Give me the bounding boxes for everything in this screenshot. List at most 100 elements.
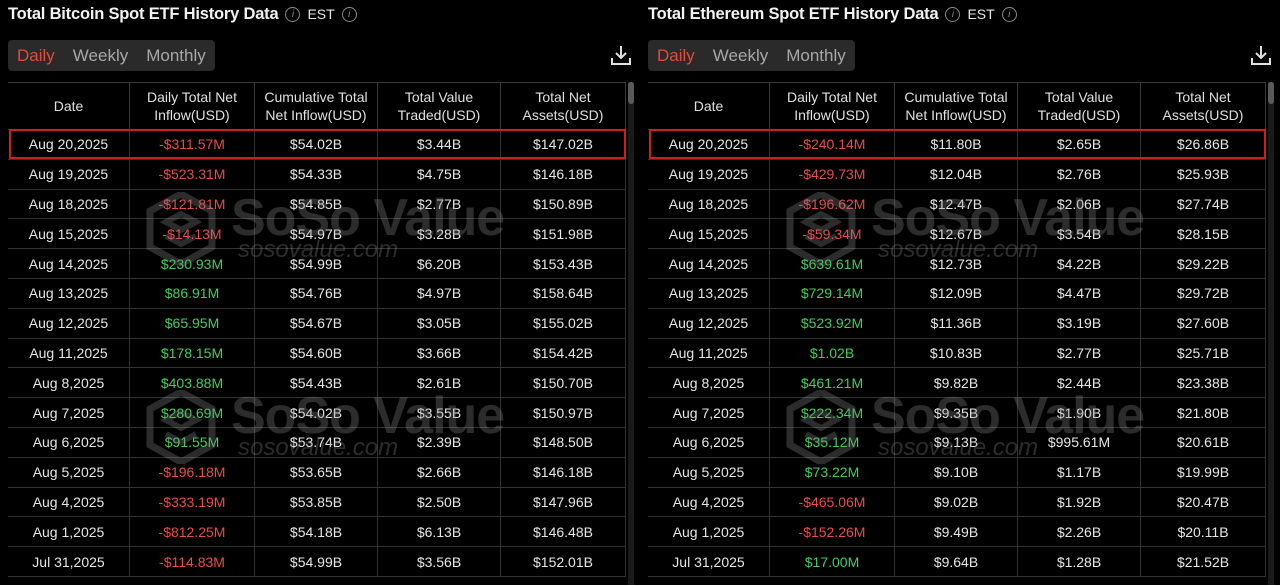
- info-icon[interactable]: i: [285, 6, 301, 22]
- tab-monthly[interactable]: Monthly: [786, 46, 846, 66]
- tab-daily[interactable]: Daily: [657, 46, 695, 66]
- table-row[interactable]: Aug 8,2025 $403.88M $54.43B $2.61B $150.70B: [8, 368, 626, 399]
- cell-net-assets: $146.48B: [501, 517, 626, 547]
- cell-value-traded: $2.06B: [1018, 189, 1141, 219]
- cell-date: Jul 31,2025: [648, 547, 770, 576]
- tab-monthly[interactable]: Monthly: [146, 46, 206, 66]
- table-row[interactable]: Aug 20,2025 -$311.57M $54.02B $3.44B $147.02…: [8, 130, 626, 160]
- cell-cumulative-inflow: $53.65B: [255, 457, 378, 487]
- tab-weekly[interactable]: Weekly: [73, 46, 128, 66]
- cell-daily-inflow: -$121.81M: [130, 189, 255, 219]
- cell-daily-inflow: -$114.83M: [130, 547, 255, 576]
- table-row[interactable]: Aug 15,2025 -$59.34M $12.67B $3.54B $28.15B: [648, 219, 1266, 250]
- cell-daily-inflow: -$196.62M: [770, 189, 895, 219]
- table-row[interactable]: Aug 8,2025 $461.21M $9.82B $2.44B $23.38B: [648, 368, 1266, 399]
- table-row[interactable]: Aug 6,2025 $91.55M $53.74B $2.39B $148.50B: [8, 427, 626, 458]
- header-value-traded[interactable]: Total Value Traded(USD): [378, 83, 501, 129]
- header-daily-inflow[interactable]: Daily Total Net Inflow(USD): [130, 83, 255, 129]
- cell-date: Aug 19,2025: [8, 159, 130, 189]
- cell-cumulative-inflow: $12.47B: [895, 189, 1018, 219]
- header-net-assets[interactable]: Total Net Assets(USD): [1141, 83, 1266, 129]
- cell-net-assets: $152.01B: [501, 547, 626, 576]
- timezone-info-icon[interactable]: i: [341, 6, 357, 22]
- timezone-info-icon[interactable]: i: [1001, 6, 1017, 22]
- cell-value-traded: $6.20B: [378, 249, 501, 278]
- download-icon[interactable]: [1250, 44, 1272, 66]
- cell-date: Aug 4,2025: [648, 487, 770, 517]
- table-row[interactable]: Aug 11,2025 $178.15M $54.60B $3.66B $154.42B: [8, 338, 626, 369]
- timezone-label: EST: [307, 6, 335, 22]
- table-row[interactable]: Aug 11,2025 $1.02B $10.83B $2.77B $25.71B: [648, 338, 1266, 369]
- cell-net-assets: $23.38B: [1141, 368, 1266, 398]
- table-row[interactable]: Aug 20,2025 -$240.14M $11.80B $2.65B $26.86B: [648, 130, 1266, 160]
- cell-daily-inflow: $17.00M: [770, 547, 895, 576]
- table-row[interactable]: Aug 1,2025 -$812.25M $54.18B $6.13B $146.48B: [8, 517, 626, 548]
- cell-value-traded: $3.28B: [378, 219, 501, 249]
- cell-net-assets: $150.97B: [501, 398, 626, 427]
- header-date[interactable]: Date: [8, 83, 130, 129]
- header-date[interactable]: Date: [648, 83, 770, 129]
- table-header: Date Daily Total Net Inflow(USD) Cumulat…: [8, 83, 626, 130]
- table-row[interactable]: Aug 5,2025 -$196.18M $53.65B $2.66B $146.18B: [8, 457, 626, 488]
- cell-cumulative-inflow: $9.49B: [895, 517, 1018, 547]
- cell-cumulative-inflow: $9.64B: [895, 547, 1018, 576]
- table-row[interactable]: Jul 31,2025 $17.00M $9.64B $1.28B $21.52B: [648, 547, 1266, 577]
- cell-cumulative-inflow: $54.02B: [255, 130, 378, 159]
- table-row[interactable]: Aug 1,2025 -$152.26M $9.49B $2.26B $20.11B: [648, 517, 1266, 548]
- table-row[interactable]: Aug 12,2025 $523.92M $11.36B $3.19B $27.60B: [648, 308, 1266, 339]
- table-row[interactable]: Aug 7,2025 $222.34M $9.35B $1.90B $21.80B: [648, 398, 1266, 428]
- table-row[interactable]: Aug 19,2025 -$429.73M $12.04B $2.76B $25.93B: [648, 159, 1266, 190]
- table-row[interactable]: Aug 14,2025 $639.61M $12.73B $4.22B $29.22B: [648, 249, 1266, 279]
- history-table: Date Daily Total Net Inflow(USD) Cumulat…: [8, 82, 626, 577]
- table-row[interactable]: Aug 4,2025 -$465.06M $9.02B $1.92B $20.47B: [648, 487, 1266, 518]
- scroll-thumb[interactable]: [628, 82, 634, 104]
- cell-daily-inflow: $73.22M: [770, 457, 895, 487]
- cell-net-assets: $20.11B: [1141, 517, 1266, 547]
- cell-value-traded: $4.47B: [1018, 278, 1141, 308]
- header-net-assets[interactable]: Total Net Assets(USD): [501, 83, 626, 129]
- cell-daily-inflow: $461.21M: [770, 368, 895, 398]
- scrollbar[interactable]: [1268, 82, 1274, 585]
- table-row[interactable]: Aug 13,2025 $729.14M $12.09B $4.47B $29.72B: [648, 278, 1266, 309]
- download-icon[interactable]: [610, 44, 632, 66]
- cell-date: Aug 6,2025: [648, 427, 770, 457]
- cell-daily-inflow: -$523.31M: [130, 159, 255, 189]
- header-cumulative-inflow[interactable]: Cumulative Total Net Inflow(USD): [895, 83, 1018, 129]
- cell-date: Aug 14,2025: [8, 249, 130, 278]
- scrollbar[interactable]: [628, 82, 634, 585]
- cell-net-assets: $27.60B: [1141, 308, 1266, 338]
- cell-cumulative-inflow: $53.74B: [255, 427, 378, 457]
- cell-cumulative-inflow: $54.85B: [255, 189, 378, 219]
- cell-net-assets: $25.71B: [1141, 338, 1266, 368]
- table-row[interactable]: Aug 18,2025 -$196.62M $12.47B $2.06B $27.74B: [648, 189, 1266, 220]
- cell-date: Aug 8,2025: [648, 368, 770, 398]
- period-tabs: Daily Weekly Monthly: [8, 40, 215, 71]
- table-row[interactable]: Aug 14,2025 $230.93M $54.99B $6.20B $153.43B: [8, 249, 626, 279]
- cell-value-traded: $3.19B: [1018, 308, 1141, 338]
- table-row[interactable]: Aug 12,2025 $65.95M $54.67B $3.05B $155.02B: [8, 308, 626, 339]
- cell-value-traded: $3.54B: [1018, 219, 1141, 249]
- header-value-traded[interactable]: Total Value Traded(USD): [1018, 83, 1141, 129]
- cell-date: Aug 7,2025: [648, 398, 770, 427]
- header-daily-inflow[interactable]: Daily Total Net Inflow(USD): [770, 83, 895, 129]
- info-icon[interactable]: i: [945, 6, 961, 22]
- tab-daily[interactable]: Daily: [17, 46, 55, 66]
- table-row[interactable]: Aug 18,2025 -$121.81M $54.85B $2.77B $150.89…: [8, 189, 626, 220]
- cell-net-assets: $150.89B: [501, 189, 626, 219]
- table-row[interactable]: Jul 31,2025 -$114.83M $54.99B $3.56B $152.01…: [8, 547, 626, 577]
- cell-date: Aug 15,2025: [8, 219, 130, 249]
- scroll-thumb[interactable]: [1268, 82, 1274, 104]
- cell-cumulative-inflow: $9.82B: [895, 368, 1018, 398]
- table-row[interactable]: Aug 7,2025 $280.69M $54.02B $3.55B $150.97B: [8, 398, 626, 428]
- header-cumulative-inflow[interactable]: Cumulative Total Net Inflow(USD): [255, 83, 378, 129]
- table-row[interactable]: Aug 13,2025 $86.91M $54.76B $4.97B $158.64B: [8, 278, 626, 309]
- table-row[interactable]: Aug 15,2025 -$14.13M $54.97B $3.28B $151.98B: [8, 219, 626, 250]
- tab-weekly[interactable]: Weekly: [713, 46, 768, 66]
- cell-date: Aug 1,2025: [8, 517, 130, 547]
- table-row[interactable]: Aug 19,2025 -$523.31M $54.33B $4.75B $146.18…: [8, 159, 626, 190]
- table-row[interactable]: Aug 6,2025 $35.12M $9.13B $995.61M $20.61B: [648, 427, 1266, 458]
- cell-value-traded: $2.65B: [1018, 130, 1141, 159]
- table-row[interactable]: Aug 5,2025 $73.22M $9.10B $1.17B $19.99B: [648, 457, 1266, 488]
- table-row[interactable]: Aug 4,2025 -$333.19M $53.85B $2.50B $147.96B: [8, 487, 626, 518]
- cell-date: Aug 6,2025: [8, 427, 130, 457]
